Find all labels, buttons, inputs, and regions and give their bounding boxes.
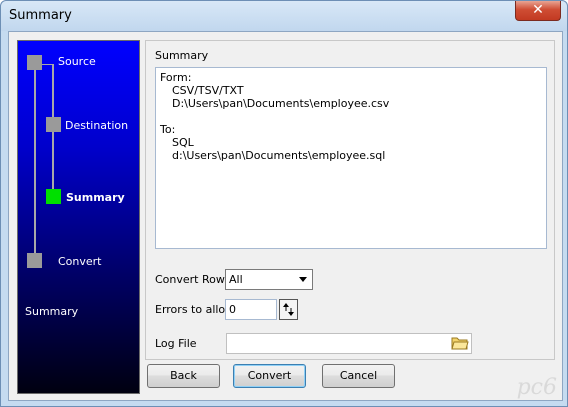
wizard-steps-panel: Source Destination Summary Convert Summa… (17, 40, 140, 394)
step-connector (52, 64, 54, 200)
errors-to-allow-input[interactable]: 0 (225, 299, 277, 320)
back-button[interactable]: Back (147, 364, 220, 388)
step-marker-convert (27, 253, 42, 268)
summary-dialog: Summary ✕ Source Destination Summary Con… (0, 0, 568, 407)
errors-to-allow-value: 0 (229, 303, 236, 316)
convert-rows-select[interactable]: All (225, 269, 313, 290)
log-file-label: Log File (155, 337, 197, 350)
step-label-source: Source (58, 55, 96, 68)
wizard-panel-caption: Summary (25, 305, 79, 318)
summary-line: CSV/TSV/TXT (172, 84, 244, 97)
folder-icon (451, 337, 469, 350)
step-label-destination: Destination (65, 119, 129, 132)
step-marker-source (27, 55, 42, 70)
log-file-input[interactable] (226, 333, 472, 354)
summary-line: SQL (172, 136, 194, 149)
dialog-client-area: Source Destination Summary Convert Summa… (8, 31, 563, 401)
title-bar: Summary ✕ (1, 1, 567, 31)
convert-button[interactable]: Convert (233, 364, 306, 388)
step-label-summary: Summary (66, 191, 125, 204)
summary-line: Form: (160, 71, 192, 84)
step-label-convert: Convert (58, 255, 102, 268)
summary-line: To: (160, 123, 176, 136)
summary-text-box[interactable]: Form: CSV/TSV/TXT D:\Users\pan\Documents… (155, 67, 547, 249)
browse-folder-button[interactable] (451, 335, 469, 350)
step-connector (34, 59, 36, 259)
step-marker-summary (46, 189, 61, 204)
convert-rows-label: Convert Rows (155, 273, 231, 286)
summary-group-title: Summary (155, 49, 209, 62)
summary-line: D:\Users\pan\Documents\employee.csv (172, 97, 390, 110)
convert-rows-value: All (229, 273, 243, 286)
watermark: pc6 (516, 375, 557, 400)
cancel-button[interactable]: Cancel (322, 364, 395, 388)
summary-line: d:\Users\pan\Documents\employee.sql (172, 149, 386, 162)
errors-to-allow-label: Errors to allow (155, 303, 235, 316)
close-icon: ✕ (532, 2, 544, 18)
spin-arrows-icon (283, 303, 294, 316)
chevron-down-icon (299, 277, 307, 282)
window-title: Summary (9, 8, 72, 23)
step-marker-destination (46, 117, 61, 132)
close-button[interactable]: ✕ (515, 1, 561, 21)
errors-spin-button[interactable] (279, 299, 298, 320)
